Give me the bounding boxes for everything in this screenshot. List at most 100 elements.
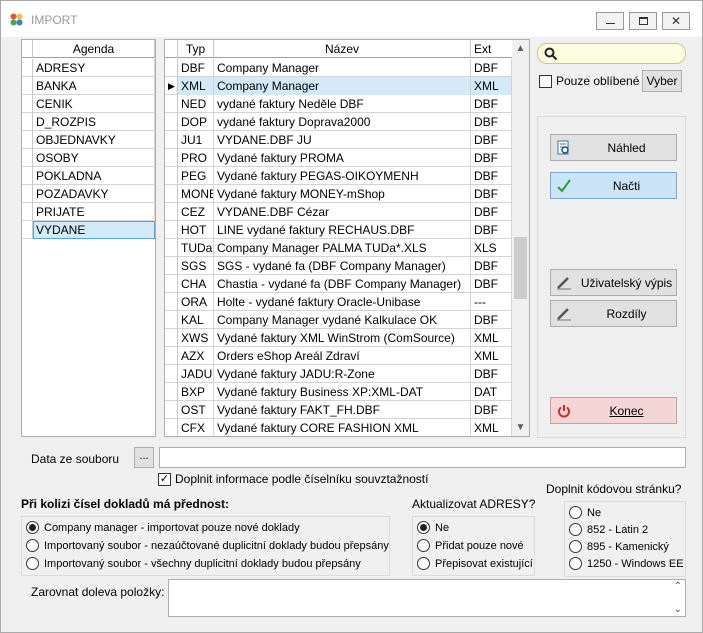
kolize-radio[interactable] bbox=[26, 539, 39, 552]
ext-cell[interactable]: DBF bbox=[471, 275, 512, 293]
ext-cell[interactable]: DBF bbox=[471, 131, 512, 149]
nazev-cell[interactable]: Vydané faktury FAKT_FH.DBF bbox=[214, 401, 471, 419]
nazev-cell[interactable]: Company Manager PALMA TUDa*.XLS bbox=[214, 239, 471, 257]
nazev-cell[interactable]: VYDANE.DBF Cézar bbox=[214, 203, 471, 221]
format-row[interactable]: XWS Vydané faktury XML WinStrom (ComSourc… bbox=[165, 329, 512, 347]
nahled-button[interactable]: Náhled bbox=[550, 134, 677, 161]
format-row[interactable]: KAL Company Manager vydané Kalkulace OK DB… bbox=[165, 311, 512, 329]
ext-cell[interactable]: DBF bbox=[471, 59, 512, 77]
kolize-option[interactable]: Company manager - importovat pouze nové … bbox=[26, 521, 300, 534]
agenda-row[interactable]: ADRESY bbox=[22, 59, 155, 77]
ext-cell[interactable]: DBF bbox=[471, 257, 512, 275]
nazev-cell[interactable]: SGS - vydané fa (DBF Company Manager) bbox=[214, 257, 471, 275]
kodova-radio[interactable] bbox=[569, 523, 582, 536]
kolize-radio[interactable] bbox=[26, 557, 39, 570]
agenda-row[interactable]: PRIJATE bbox=[22, 203, 155, 221]
scroll-down-icon[interactable]: ▼ bbox=[512, 419, 529, 436]
format-row[interactable]: JADU Vydané faktury JADU:R-Zone DBF bbox=[165, 365, 512, 383]
ext-cell[interactable]: DAT bbox=[471, 383, 512, 401]
agenda-item[interactable]: D_ROZPIS bbox=[33, 113, 155, 131]
maximize-button[interactable] bbox=[629, 12, 657, 30]
kodova-radio[interactable] bbox=[569, 540, 582, 553]
favorites-toggle[interactable]: Pouze oblíbené bbox=[539, 74, 639, 88]
agenda-item[interactable]: OSOBY bbox=[33, 149, 155, 167]
nazev-cell[interactable]: Vydané faktury PEGAS-OIKOYMENH bbox=[214, 167, 471, 185]
typ-cell[interactable]: ORA bbox=[178, 293, 214, 311]
agenda-item[interactable]: OBJEDNAVKY bbox=[33, 131, 155, 149]
nazev-cell[interactable]: vydané faktury Doprava2000 bbox=[214, 113, 471, 131]
scroll-thumb[interactable] bbox=[514, 237, 527, 299]
agenda-row[interactable]: POZADAVKY bbox=[22, 185, 155, 203]
agenda-row[interactable]: D_ROZPIS bbox=[22, 113, 155, 131]
kolize-option[interactable]: Importovaný soubor - všechny duplicitní … bbox=[26, 557, 361, 570]
ext-cell[interactable]: DBF bbox=[471, 221, 512, 239]
format-row[interactable]: ▶ XML Company Manager XML bbox=[165, 77, 512, 95]
nazev-cell[interactable]: vydané faktury Neděle DBF bbox=[214, 95, 471, 113]
agenda-item[interactable]: ADRESY bbox=[33, 59, 155, 77]
typ-cell[interactable]: DOP bbox=[178, 113, 214, 131]
nazev-cell[interactable]: Orders eShop Areál Zdraví bbox=[214, 347, 471, 365]
agenda-item[interactable]: CENIK bbox=[33, 95, 155, 113]
kodova-radio[interactable] bbox=[569, 506, 582, 519]
file-input[interactable] bbox=[159, 447, 686, 468]
typ-cell[interactable]: CEZ bbox=[178, 203, 214, 221]
typ-cell[interactable]: JADU bbox=[178, 365, 214, 383]
agenda-item[interactable]: POZADAVKY bbox=[33, 185, 155, 203]
format-row[interactable]: DBF Company Manager DBF bbox=[165, 59, 512, 77]
rozdily-button[interactable]: Rozdíly bbox=[550, 300, 677, 327]
format-row[interactable]: PEG Vydané faktury PEGAS-OIKOYMENH DBF bbox=[165, 167, 512, 185]
konec-button[interactable]: Konec bbox=[550, 397, 677, 424]
format-row[interactable]: TUDa Company Manager PALMA TUDa*.XLS XLS bbox=[165, 239, 512, 257]
nazev-cell[interactable]: Company Manager vydané Kalkulace OK bbox=[214, 311, 471, 329]
typ-cell[interactable]: KAL bbox=[178, 311, 214, 329]
adresy-option[interactable]: Přidat pouze nové bbox=[417, 539, 524, 552]
kodova-option[interactable]: 895 - Kamenický bbox=[569, 540, 669, 553]
zarovnat-scroll-up-icon[interactable]: ⌃ bbox=[674, 581, 682, 592]
typ-cell[interactable]: PEG bbox=[178, 167, 214, 185]
nazev-cell[interactable]: Vydané faktury Business XP:XML-DAT bbox=[214, 383, 471, 401]
typ-cell[interactable]: SGS bbox=[178, 257, 214, 275]
nazev-cell[interactable]: Chastia - vydané fa (DBF Company Manager… bbox=[214, 275, 471, 293]
nazev-cell[interactable]: Company Manager bbox=[214, 59, 471, 77]
kodova-option[interactable]: 852 - Latin 2 bbox=[569, 523, 648, 536]
typ-cell[interactable]: MONEY bbox=[178, 185, 214, 203]
agenda-row[interactable]: POKLADNA bbox=[22, 167, 155, 185]
ext-cell[interactable]: --- bbox=[471, 293, 512, 311]
typ-cell[interactable]: TUDa bbox=[178, 239, 214, 257]
ext-cell[interactable]: DBF bbox=[471, 401, 512, 419]
ext-cell[interactable]: DBF bbox=[471, 95, 512, 113]
format-row[interactable]: CFX Vydané faktury CORE FASHION XML XML bbox=[165, 419, 512, 436]
doplnit-toggle[interactable]: ✓ Doplnit informace podle číselníku souv… bbox=[158, 472, 428, 486]
agenda-row[interactable]: VYDANE bbox=[22, 221, 155, 239]
format-row[interactable]: ORA Holte - vydané faktury Oracle-Unibase… bbox=[165, 293, 512, 311]
format-row[interactable]: SGS SGS - vydané fa (DBF Company Manager)… bbox=[165, 257, 512, 275]
favorites-checkbox[interactable] bbox=[539, 74, 552, 88]
agenda-item[interactable]: POKLADNA bbox=[33, 167, 155, 185]
agenda-row[interactable]: OSOBY bbox=[22, 149, 155, 167]
nazev-cell[interactable]: Vydané faktury XML WinStrom (ComSource) bbox=[214, 329, 471, 347]
format-row[interactable]: CHA Chastia - vydané fa (DBF Company Mana… bbox=[165, 275, 512, 293]
ext-cell[interactable]: XLS bbox=[471, 239, 512, 257]
minimize-button[interactable] bbox=[596, 12, 624, 30]
nazev-cell[interactable]: VYDANE.DBF JU bbox=[214, 131, 471, 149]
ext-cell[interactable]: XML bbox=[471, 419, 512, 436]
kolize-radio[interactable] bbox=[26, 521, 39, 534]
typ-cell[interactable]: HOT bbox=[178, 221, 214, 239]
nazev-header[interactable]: Název bbox=[214, 40, 471, 58]
close-button[interactable]: ✕ bbox=[662, 12, 690, 30]
scroll-up-icon[interactable]: ▲ bbox=[512, 40, 529, 57]
search-input[interactable] bbox=[560, 46, 678, 61]
kodova-radio[interactable] bbox=[569, 557, 582, 570]
typ-cell[interactable]: BXP bbox=[178, 383, 214, 401]
ext-cell[interactable]: DBF bbox=[471, 113, 512, 131]
vyber-button[interactable]: Vyber bbox=[642, 70, 682, 92]
agenda-row[interactable]: CENIK bbox=[22, 95, 155, 113]
format-row[interactable]: JU1 VYDANE.DBF JU DBF bbox=[165, 131, 512, 149]
format-row[interactable]: AZX Orders eShop Areál Zdraví XML bbox=[165, 347, 512, 365]
search-box[interactable] bbox=[537, 43, 686, 64]
nazev-cell[interactable]: Company Manager bbox=[214, 77, 471, 95]
ext-cell[interactable]: DBF bbox=[471, 149, 512, 167]
uzivatelsky-vypis-button[interactable]: Uživatelský výpis bbox=[550, 269, 677, 296]
kolize-option[interactable]: Importovaný soubor - nezaúčtované duplic… bbox=[26, 539, 389, 552]
typ-cell[interactable]: XML bbox=[178, 77, 214, 95]
